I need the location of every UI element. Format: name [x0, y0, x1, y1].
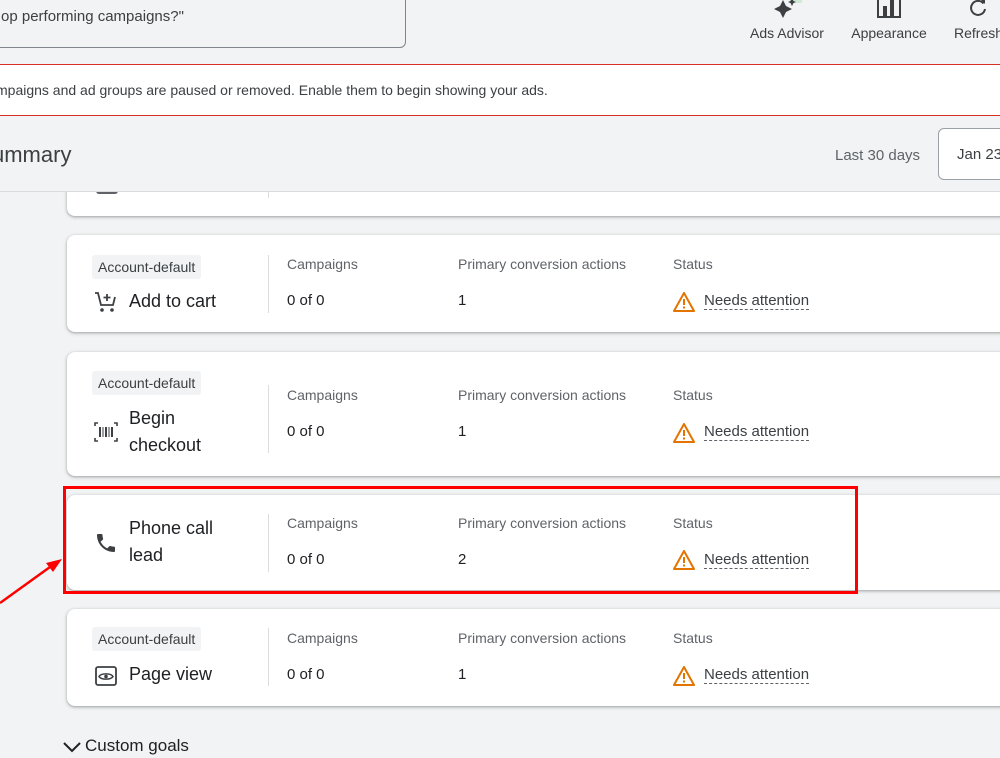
page-title: ummary — [0, 142, 72, 167]
refresh-label: Refresh — [954, 25, 1000, 41]
search-input[interactable]: op performing campaigns?" — [0, 0, 406, 48]
date-range-button[interactable]: Jan 23 — [938, 128, 1000, 180]
goal-card-add-to-cart[interactable]: Account-default Add to cart Campaigns 0 … — [67, 235, 1000, 332]
warning-icon — [673, 550, 695, 570]
column-divider — [268, 514, 269, 572]
warning-icon — [673, 666, 695, 686]
campaigns-label: Campaigns — [287, 630, 358, 646]
annotation-arrow-icon — [0, 559, 62, 605]
primary-actions-value: 2 — [458, 551, 467, 568]
primary-actions-value: 1 — [458, 423, 467, 440]
primary-actions-label: Primary conversion actions — [458, 515, 627, 531]
campaigns-value: 0 of 0 — [287, 292, 325, 309]
cart-icon — [94, 290, 118, 314]
primary-actions-value: 1 — [458, 666, 467, 683]
primary-actions-value: 1 — [458, 292, 467, 309]
column-divider — [268, 628, 269, 686]
campaigns-value: 0 of 0 — [287, 423, 325, 440]
ads-advisor-button[interactable]: Ads Advisor — [744, 0, 830, 48]
status-label: Status — [673, 630, 713, 646]
appearance-label: Appearance — [851, 25, 927, 41]
summary-header: ummary Last 30 days Jan 23 — [0, 118, 1000, 192]
warning-icon — [673, 292, 695, 312]
bar-chart-icon — [877, 0, 901, 21]
eye-icon — [94, 664, 118, 688]
status-label: Status — [673, 387, 713, 403]
warning-icon — [673, 423, 695, 443]
chevron-down-icon — [63, 738, 81, 758]
date-range-label: Last 30 days — [835, 147, 921, 164]
needs-attention-link[interactable]: Needs attention — [704, 666, 810, 684]
goal-name-line1: Phone call — [129, 518, 214, 538]
top-toolbar: op performing campaigns?" Ads Advisor Ap… — [0, 0, 1000, 64]
paused-campaigns-banner: mpaigns and ad groups are paused or remo… — [0, 64, 1000, 116]
custom-goals-toggle[interactable]: Custom goals — [63, 736, 189, 758]
primary-actions-label: Primary conversion actions — [458, 630, 627, 646]
date-range-value: Jan 23 — [957, 146, 1000, 163]
column-divider — [268, 385, 269, 453]
goal-card-page-view[interactable]: Account-default Page view Campaigns 0 of… — [67, 609, 1000, 706]
primary-actions-label: Primary conversion actions — [458, 387, 627, 403]
status-label: Status — [673, 515, 713, 531]
account-default-badge: Account-default — [92, 371, 202, 395]
banner-message: mpaigns and ad groups are paused or remo… — [0, 82, 548, 98]
appearance-button[interactable]: Appearance — [848, 0, 930, 48]
goal-name-line1: Begin — [129, 408, 176, 428]
campaigns-label: Campaigns — [287, 256, 358, 272]
account-default-badge: Account-default — [92, 627, 202, 651]
status-label: Status — [673, 256, 713, 272]
goal-card-phone-call-lead[interactable]: Phone call lead Campaigns 0 of 0 Primary… — [67, 495, 1000, 590]
custom-goals-label: Custom goals — [85, 736, 189, 755]
campaigns-label: Campaigns — [287, 515, 358, 531]
phone-icon — [94, 531, 118, 555]
refresh-icon — [968, 0, 988, 21]
goal-name: Add to cart — [129, 291, 217, 311]
column-divider — [268, 255, 269, 313]
needs-attention-link[interactable]: Needs attention — [704, 551, 810, 569]
goal-card-begin-checkout[interactable]: Account-default Begin checkout Campaigns… — [67, 352, 1000, 476]
campaigns-label: Campaigns — [287, 387, 358, 403]
sparkle-icon — [772, 0, 802, 23]
goal-name: Page view — [129, 664, 213, 684]
campaigns-value: 0 of 0 — [287, 666, 325, 683]
ads-advisor-label: Ads Advisor — [750, 25, 824, 41]
needs-attention-link[interactable]: Needs attention — [704, 423, 810, 441]
needs-attention-link[interactable]: Needs attention — [704, 292, 810, 310]
goal-name-line2: lead — [129, 545, 164, 565]
barcode-icon — [94, 420, 118, 444]
account-default-badge: Account-default — [92, 255, 202, 279]
refresh-button[interactable]: Refresh — [948, 0, 1000, 48]
goal-name-line2: checkout — [129, 435, 202, 455]
campaigns-value: 0 of 0 — [287, 551, 325, 568]
search-query-text: op performing campaigns?" — [1, 8, 184, 25]
primary-actions-label: Primary conversion actions — [458, 256, 627, 272]
